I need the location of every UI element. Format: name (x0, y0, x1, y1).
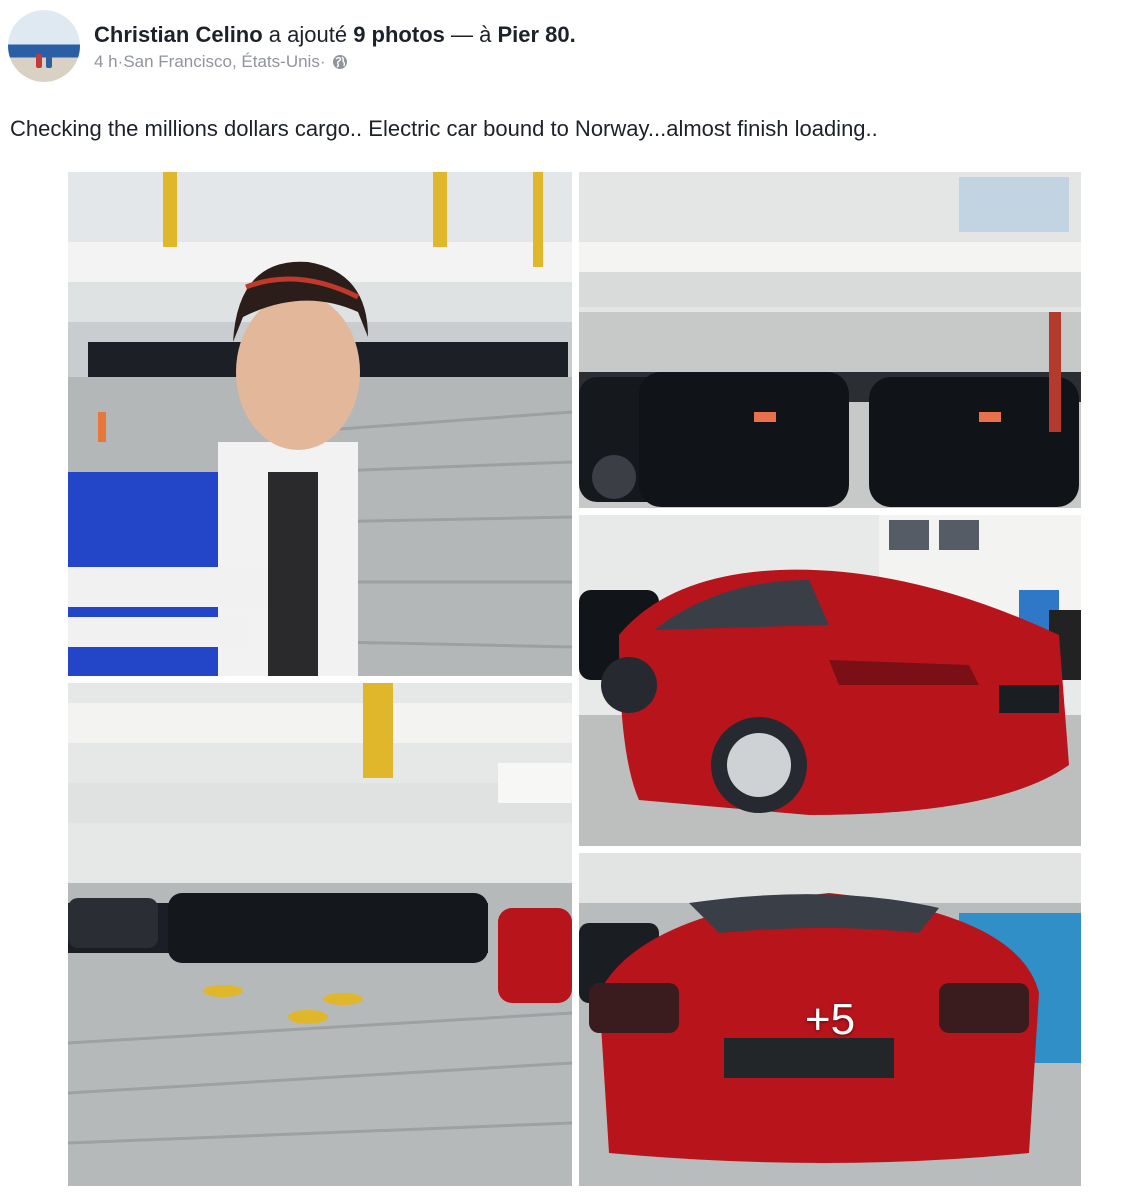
photo-red-car-side-image (579, 515, 1081, 846)
post-caption: Checking the millions dollars cargo.. El… (10, 116, 878, 141)
meta-dot: · (319, 52, 326, 71)
timestamp-link[interactable]: 4 h (94, 51, 118, 73)
more-photos-overlay[interactable]: +5 (579, 853, 1081, 1186)
author-line: Christian Celino a ajouté 9 photos — à P… (94, 22, 576, 48)
action-text: a ajouté (262, 22, 354, 47)
photo-black-cars-image (579, 172, 1081, 508)
photo-red-car-side[interactable] (579, 515, 1081, 846)
author-avatar[interactable] (8, 10, 80, 82)
more-photos-count: +5 (804, 994, 856, 1044)
photo-selfie-image (68, 172, 572, 676)
photo-car-rows[interactable] (68, 683, 572, 1186)
separator-text: — à (444, 22, 498, 47)
photo-red-car-rear[interactable]: +5 (579, 853, 1081, 1186)
photo-count-link[interactable]: 9 photos (353, 22, 445, 47)
header-text: Christian Celino a ajouté 9 photos — à P… (94, 10, 576, 73)
place-link[interactable]: Pier 80. (497, 22, 575, 47)
post-header: Christian Celino a ajouté 9 photos — à P… (8, 10, 576, 86)
avatar-figure (46, 54, 52, 68)
location-link[interactable]: San Francisco, États-Unis (123, 51, 320, 73)
photo-car-rows-image (68, 683, 572, 1186)
post-meta: 4 h · San Francisco, États-Unis · (94, 51, 576, 73)
globe-icon[interactable] (332, 54, 348, 70)
photo-black-cars[interactable] (579, 172, 1081, 508)
avatar-figure (36, 54, 42, 68)
author-name-link[interactable]: Christian Celino (94, 22, 263, 47)
photo-selfie[interactable] (68, 172, 572, 676)
